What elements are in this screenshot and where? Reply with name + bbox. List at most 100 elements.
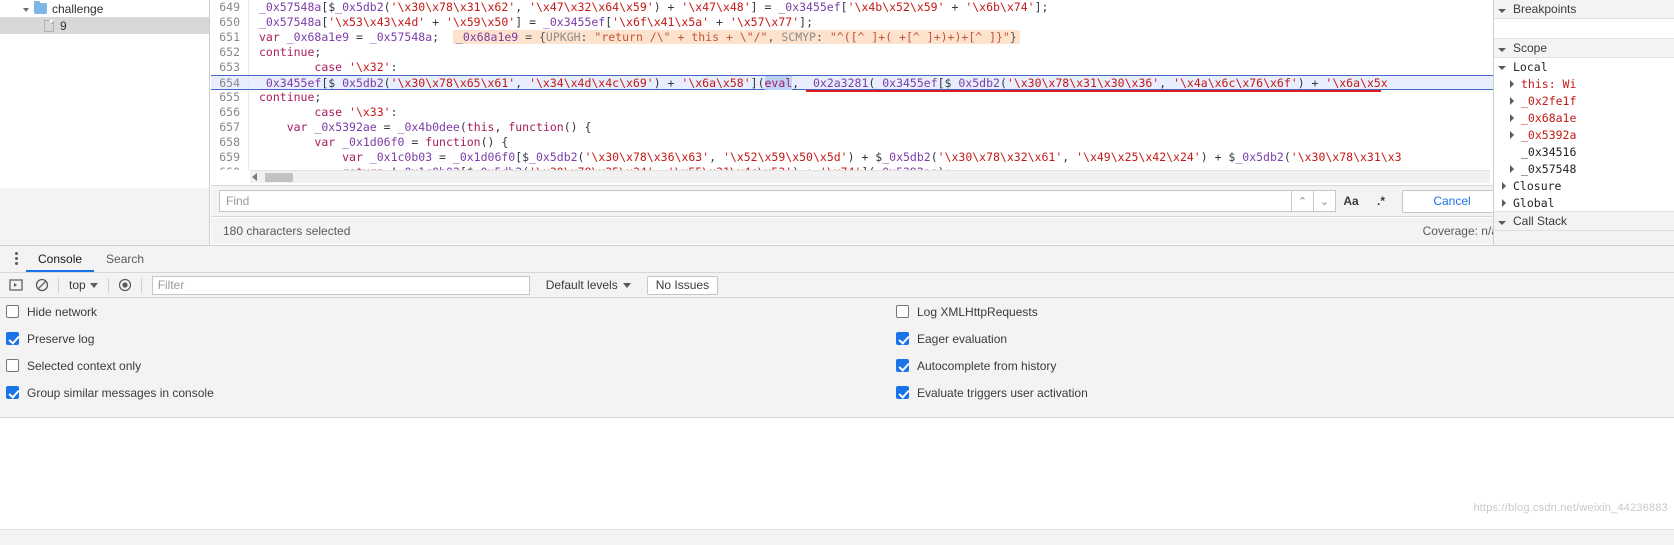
chevron-right-icon[interactable] xyxy=(1508,96,1517,105)
setting-label: Evaluate triggers user activation xyxy=(917,385,1088,400)
clear-console-icon[interactable] xyxy=(32,275,52,295)
scroll-left-arrow-icon[interactable] xyxy=(252,173,257,181)
code-line[interactable]: 655 continue; xyxy=(211,90,1510,105)
chevron-down-icon[interactable] xyxy=(22,4,32,14)
scope-closure-group[interactable]: Closure xyxy=(1494,177,1674,194)
line-number: 649 xyxy=(211,0,249,15)
settings-column-right: Log XMLHttpRequests Eager evaluation Aut… xyxy=(890,298,1390,406)
line-number: 659 xyxy=(211,150,249,165)
code-line[interactable]: 656 case '\x33': xyxy=(211,105,1510,120)
chevron-right-icon[interactable] xyxy=(1500,198,1509,207)
code-text: case '\x32': xyxy=(314,60,398,74)
code-line-highlighted[interactable]: 654 _0x3455ef[$_0x5db2('\x30\x78\x65\x61… xyxy=(211,75,1510,92)
call-stack-section-header[interactable]: Call Stack xyxy=(1494,212,1674,231)
setting-selected-context-only[interactable]: Selected context only xyxy=(0,352,880,379)
tree-item-file[interactable]: 9 xyxy=(0,17,209,34)
scrollbar-thumb[interactable] xyxy=(265,173,293,182)
scope-entry[interactable]: _0x34516 xyxy=(1494,143,1674,160)
setting-autocomplete-history[interactable]: Autocomplete from history xyxy=(890,352,1390,379)
section-label: Call Stack xyxy=(1513,214,1568,228)
settings-column-left: Hide network Preserve log Selected conte… xyxy=(0,298,880,406)
code-line[interactable]: 657 var _0x5392ae = _0x4b0dee(this, func… xyxy=(211,120,1510,135)
log-levels-selector[interactable]: Default levels xyxy=(546,278,631,292)
tab-search[interactable]: Search xyxy=(94,246,156,272)
scope-local-group[interactable]: Local xyxy=(1494,58,1674,75)
chevron-down-icon[interactable] xyxy=(1500,5,1509,14)
chevron-right-icon[interactable] xyxy=(1500,181,1509,190)
setting-hide-network[interactable]: Hide network xyxy=(0,298,880,325)
checkbox[interactable] xyxy=(6,305,19,318)
more-options-icon[interactable] xyxy=(6,245,26,272)
match-case-toggle[interactable]: Aa xyxy=(1336,194,1366,208)
setting-log-xhr[interactable]: Log XMLHttpRequests xyxy=(890,298,1390,325)
code-line[interactable]: 650 _0x57548a['\x53\x43\x4d' + '\x59\x50… xyxy=(211,15,1510,30)
scope-entry[interactable]: _0x68a1e xyxy=(1494,109,1674,126)
chevron-down-icon xyxy=(622,282,631,288)
sources-panel: challenge 9 649 _0x57548a[$_0x5db2('\x30… xyxy=(0,0,1674,245)
chevron-down-icon[interactable] xyxy=(1500,44,1509,53)
scope-entry-label: _0x2fe1f xyxy=(1521,93,1577,108)
code-line[interactable]: 658 var _0x1d06f0 = function() { xyxy=(211,135,1510,150)
context-label: top xyxy=(69,278,86,292)
sources-status-bar: 180 characters selected Coverage: n/a xyxy=(211,218,1510,244)
setting-eager-evaluation[interactable]: Eager evaluation xyxy=(890,325,1390,352)
section-label: Breakpoints xyxy=(1513,2,1577,16)
setting-preserve-log[interactable]: Preserve log xyxy=(0,325,880,352)
file-navigator-tree[interactable]: challenge 9 xyxy=(0,0,210,188)
line-number: 650 xyxy=(211,15,249,30)
breakpoints-section-header[interactable]: Breakpoints xyxy=(1494,0,1674,19)
chevron-down-icon[interactable] xyxy=(1500,62,1509,71)
setting-group-similar[interactable]: Group similar messages in console xyxy=(0,379,880,406)
checkbox[interactable] xyxy=(6,386,19,399)
scope-entry[interactable]: _0x57548 xyxy=(1494,160,1674,177)
execution-context-selector[interactable]: top xyxy=(65,278,102,292)
watermark-text: https://blog.csdn.net/weixin_44236883 xyxy=(1473,502,1668,514)
devtools-window: challenge 9 649 _0x57548a[$_0x5db2('\x30… xyxy=(0,0,1674,545)
tab-console[interactable]: Console xyxy=(26,246,95,272)
console-drawer: Console Search top Filter Default levels xyxy=(0,245,1674,545)
chevron-right-icon[interactable] xyxy=(1508,130,1517,139)
scope-entry[interactable]: _0x5392a xyxy=(1494,126,1674,143)
code-line[interactable]: 659 var _0x1c0b03 = _0x1d06f0[$_0x5db2('… xyxy=(211,150,1510,165)
selection-status: 180 characters selected xyxy=(223,224,351,238)
filter-input[interactable]: Filter xyxy=(151,275,530,295)
find-input[interactable]: Find xyxy=(219,190,1292,212)
find-previous-button[interactable]: ⌃ xyxy=(1292,190,1314,212)
drawer-tab-bar: Console Search xyxy=(0,246,1674,273)
scope-entry[interactable]: this: Wi xyxy=(1494,75,1674,92)
checkbox[interactable] xyxy=(896,359,909,372)
code-text: var _0x1c0b03 = _0x1d06f0[$_0x5db2('\x30… xyxy=(342,150,1402,164)
console-toolbar: top Filter Default levels No Issues xyxy=(0,273,1674,298)
issues-button[interactable]: No Issues xyxy=(646,275,719,295)
code-line[interactable]: 651 var _0x68a1e9 = _0x57548a; _0x68a1e9… xyxy=(211,30,1510,45)
code-line[interactable]: 652 continue; xyxy=(211,45,1510,60)
code-line[interactable]: 653 case '\x32': xyxy=(211,60,1510,75)
checkbox[interactable] xyxy=(6,332,19,345)
execute-snippet-icon[interactable] xyxy=(6,275,26,295)
regex-toggle[interactable]: .* xyxy=(1366,194,1396,208)
line-number: 653 xyxy=(211,60,249,75)
checkbox[interactable] xyxy=(896,386,909,399)
scope-section-header[interactable]: Scope xyxy=(1494,39,1674,58)
chevron-right-icon[interactable] xyxy=(1508,113,1517,122)
code-editor[interactable]: 649 _0x57548a[$_0x5db2('\x30\x78\x31\x62… xyxy=(211,0,1510,170)
tree-item-folder[interactable]: challenge xyxy=(0,0,209,17)
code-text: case '\x33': xyxy=(314,105,398,119)
chevron-right-icon[interactable] xyxy=(1508,79,1517,88)
scope-entry[interactable]: _0x2fe1f xyxy=(1494,92,1674,109)
scope-global-group[interactable]: Global xyxy=(1494,194,1674,211)
setting-evaluate-user-activation[interactable]: Evaluate triggers user activation xyxy=(890,379,1390,406)
find-next-button[interactable]: ⌄ xyxy=(1314,190,1336,212)
breakpoints-empty-area xyxy=(1494,19,1674,39)
checkbox[interactable] xyxy=(896,332,909,345)
chevron-down-icon[interactable] xyxy=(1500,217,1509,226)
chevron-right-icon[interactable] xyxy=(1508,164,1517,173)
code-line[interactable]: 649 _0x57548a[$_0x5db2('\x30\x78\x31\x62… xyxy=(211,0,1510,15)
checkbox[interactable] xyxy=(6,359,19,372)
console-bottom-bar xyxy=(0,529,1674,545)
editor-horizontal-scrollbar[interactable] xyxy=(250,170,1490,183)
checkbox[interactable] xyxy=(896,305,909,318)
cancel-button[interactable]: Cancel xyxy=(1402,189,1502,213)
live-expression-icon[interactable] xyxy=(115,275,135,295)
setting-label: Hide network xyxy=(27,304,98,319)
